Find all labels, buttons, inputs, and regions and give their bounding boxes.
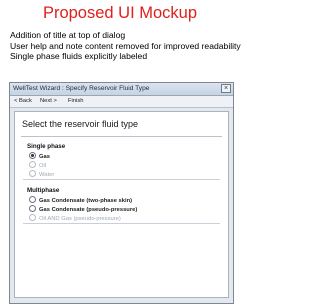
radio-label: Gas Condensate (two-phase skin)	[39, 198, 133, 204]
finish-button[interactable]: Finish	[68, 97, 83, 106]
dialog-title: WellTest Wizard : Specify Reservoir Flui…	[13, 85, 150, 92]
radio-option-oil-and-gas-pseudo-pressure[interactable]: Oil AND Gas (pseudo-pressure)	[29, 214, 121, 222]
radio-option-oil[interactable]: Oil	[29, 161, 46, 169]
note-line: Addition of title at top of dialog	[10, 30, 126, 40]
radio-icon[interactable]	[29, 170, 36, 177]
radio-option-water[interactable]: Water	[29, 170, 54, 178]
radio-option-gas-condensate-two-phase-skin[interactable]: Gas Condensate (two-phase skin)	[29, 196, 132, 204]
wizard-dialog: WellTest Wizard : Specify Reservoir Flui…	[9, 82, 234, 304]
radio-label: Gas Condensate (pseudo-pressure)	[39, 207, 138, 213]
dialog-titlebar[interactable]: WellTest Wizard : Specify Reservoir Flui…	[10, 83, 233, 96]
slide-notes: Addition of title at top of dialog User …	[10, 30, 241, 62]
radio-label: Oil AND Gas (pseudo-pressure)	[39, 216, 121, 222]
note-line: User help and note content removed for i…	[10, 40, 241, 51]
multiphase-group-label: Multiphase	[27, 187, 60, 194]
radio-icon[interactable]	[29, 214, 36, 221]
radio-selected-icon[interactable]	[29, 152, 36, 159]
wizard-content-panel: Select the reservoir fluid type Single p…	[14, 111, 229, 298]
note-line: Single phase fluids explicitly labeled	[10, 51, 148, 61]
single-phase-group-label: Single phase	[27, 143, 66, 150]
radio-option-gas[interactable]: Gas	[29, 152, 50, 160]
slide-title: Proposed UI Mockup	[42, 4, 198, 22]
radio-icon[interactable]	[29, 161, 36, 168]
radio-option-gas-condensate-pseudo-pressure[interactable]: Gas Condensate (pseudo-pressure)	[29, 205, 137, 213]
radio-label: Gas	[39, 154, 50, 160]
wizard-toolbar: < Back Next > Finish	[10, 96, 233, 108]
heading-divider	[21, 136, 222, 137]
panel-heading: Select the reservoir fluid type	[22, 119, 139, 129]
close-button[interactable]: ×	[221, 84, 231, 93]
radio-label: Water	[39, 172, 55, 178]
radio-label: Oil	[39, 163, 47, 169]
radio-icon[interactable]	[29, 205, 36, 212]
back-button[interactable]: < Back	[14, 97, 32, 106]
next-button[interactable]: Next >	[40, 97, 57, 106]
radio-icon[interactable]	[29, 196, 36, 203]
single-phase-group-divider	[23, 179, 220, 180]
multiphase-group-divider	[23, 223, 220, 224]
